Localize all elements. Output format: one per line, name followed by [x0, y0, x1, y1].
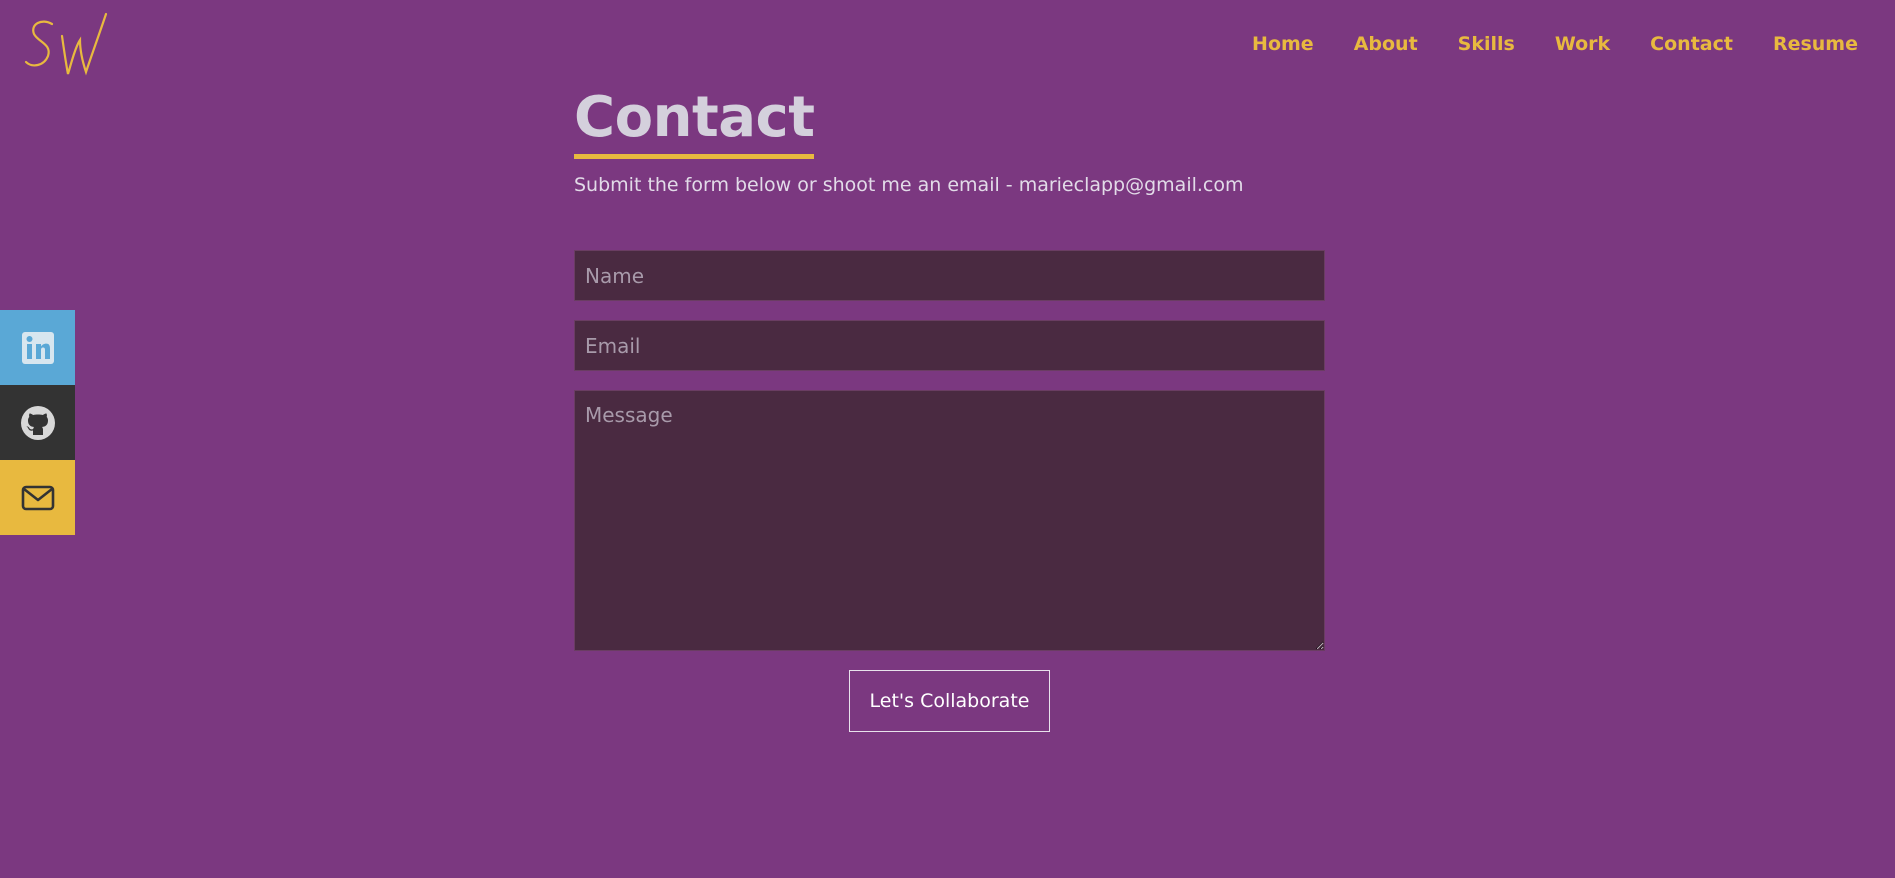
email-address-link[interactable]: marieclapp@gmail.com: [1019, 174, 1244, 196]
github-link[interactable]: [0, 385, 75, 460]
nav-item-skills[interactable]: Skills: [1458, 30, 1515, 58]
social-links: [0, 310, 75, 535]
submit-container: Let's Collaborate: [574, 670, 1325, 732]
contact-section: Contact Submit the form below or shoot m…: [574, 82, 1325, 732]
nav-item-home[interactable]: Home: [1252, 30, 1314, 58]
email-input[interactable]: [574, 320, 1325, 371]
nav-item-work[interactable]: Work: [1555, 30, 1610, 58]
nav-item-resume[interactable]: Resume: [1773, 30, 1858, 58]
linkedin-icon: [21, 331, 54, 364]
mail-icon: [21, 485, 54, 510]
nav-item-contact[interactable]: Contact: [1650, 30, 1733, 58]
github-icon: [20, 405, 55, 440]
subtitle-text: Submit the form below or shoot me an ema…: [574, 174, 1019, 196]
submit-button[interactable]: Let's Collaborate: [848, 670, 1051, 732]
contact-subtitle: Submit the form below or shoot me an ema…: [574, 173, 1325, 197]
message-textarea[interactable]: [574, 390, 1325, 651]
logo[interactable]: [22, 10, 114, 82]
contact-form: Let's Collaborate: [574, 250, 1325, 732]
nav-item-about[interactable]: About: [1354, 30, 1418, 58]
name-input[interactable]: [574, 250, 1325, 301]
linkedin-link[interactable]: [0, 310, 75, 385]
page-title: Contact: [574, 82, 815, 159]
signature-logo-icon: [24, 12, 108, 76]
main-nav: Home About Skills Work Contact Resume: [1212, 30, 1858, 58]
email-link[interactable]: [0, 460, 75, 535]
